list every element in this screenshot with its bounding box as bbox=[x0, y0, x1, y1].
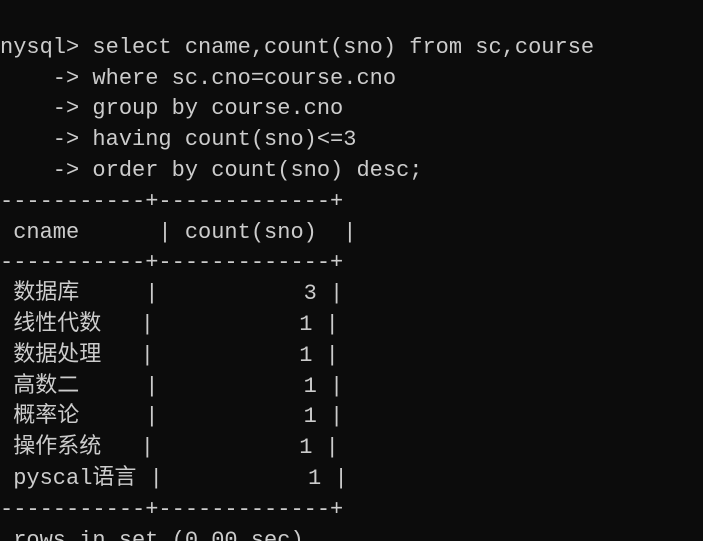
table-border-top: -----------+-------------+ bbox=[0, 189, 343, 214]
table-row: 数据库 | 3 | bbox=[0, 281, 343, 306]
table-row: pyscal语言 | 1 | bbox=[0, 466, 348, 491]
cont-prompt: -> bbox=[0, 66, 92, 91]
query-line-2: -> where sc.cno=course.cno bbox=[0, 66, 396, 91]
mysql-prompt: nysql> bbox=[0, 35, 92, 60]
sql-text-4: having count(sno)<=3 bbox=[92, 127, 356, 152]
sql-text-1: select cname,count(sno) from sc,course bbox=[92, 35, 594, 60]
table-row: 高数二 | 1 | bbox=[0, 374, 343, 399]
query-line-1: nysql> select cname,count(sno) from sc,c… bbox=[0, 35, 594, 60]
query-line-3: -> group by course.cno bbox=[0, 96, 343, 121]
result-footer: rows in set (0.00 sec) bbox=[0, 528, 304, 541]
query-line-5: -> order by count(sno) desc; bbox=[0, 158, 422, 183]
mysql-terminal[interactable]: nysql> select cname,count(sno) from sc,c… bbox=[0, 0, 703, 541]
table-header: cname | count(sno) | bbox=[0, 220, 356, 245]
table-border-bottom: -----------+-------------+ bbox=[0, 497, 343, 522]
table-row: 数据处理 | 1 | bbox=[0, 343, 339, 368]
table-border-mid: -----------+-------------+ bbox=[0, 250, 343, 275]
sql-text-3: group by course.cno bbox=[92, 96, 343, 121]
table-row: 概率论 | 1 | bbox=[0, 404, 343, 429]
sql-text-2: where sc.cno=course.cno bbox=[92, 66, 396, 91]
table-row: 操作系统 | 1 | bbox=[0, 435, 339, 460]
table-row: 线性代数 | 1 | bbox=[0, 312, 339, 337]
sql-text-5: order by count(sno) desc; bbox=[92, 158, 422, 183]
query-line-4: -> having count(sno)<=3 bbox=[0, 127, 356, 152]
cont-prompt: -> bbox=[0, 127, 92, 152]
cont-prompt: -> bbox=[0, 158, 92, 183]
cont-prompt: -> bbox=[0, 96, 92, 121]
